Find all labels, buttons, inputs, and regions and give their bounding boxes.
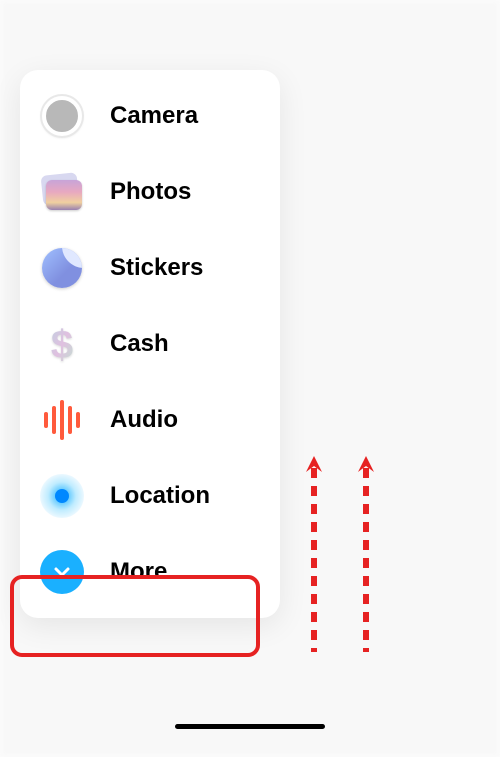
photos-icon: [36, 166, 88, 218]
menu-item-stickers[interactable]: Stickers: [20, 230, 280, 306]
location-icon: [36, 470, 88, 522]
audio-icon: [36, 394, 88, 446]
apps-menu-panel: Camera Photos Stickers $: [20, 70, 280, 618]
svg-text:$: $: [51, 323, 73, 366]
menu-label: More: [110, 558, 167, 586]
menu-label: Camera: [110, 102, 198, 130]
more-chevron-icon: [36, 546, 88, 598]
menu-item-more[interactable]: More: [20, 534, 280, 610]
menu-item-cash[interactable]: $ Cash: [20, 306, 280, 382]
home-indicator[interactable]: [175, 724, 325, 729]
cash-icon: $: [36, 318, 88, 370]
menu-item-audio[interactable]: Audio: [20, 382, 280, 458]
menu-label: Photos: [110, 178, 191, 206]
menu-item-location[interactable]: Location: [20, 458, 280, 534]
menu-label: Location: [110, 482, 210, 510]
menu-label: Audio: [110, 406, 178, 434]
stickers-icon: [36, 242, 88, 294]
camera-icon: [36, 90, 88, 142]
menu-item-camera[interactable]: Camera: [20, 78, 280, 154]
menu-label: Cash: [110, 330, 169, 358]
menu-item-photos[interactable]: Photos: [20, 154, 280, 230]
menu-label: Stickers: [110, 254, 203, 282]
